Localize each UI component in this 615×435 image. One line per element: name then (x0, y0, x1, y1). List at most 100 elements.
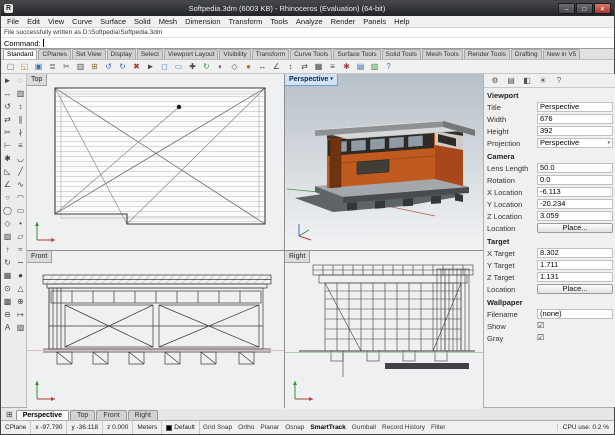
toolbar-tab-viewport-layout[interactable]: Viewport Layout (164, 49, 219, 59)
surface-tool-icon[interactable]: ▧ (1, 230, 14, 243)
field-lens-length[interactable]: 50.0 (537, 163, 613, 173)
toggle-record-history[interactable]: Record History (379, 424, 428, 431)
cone-tool-icon[interactable]: △ (14, 282, 27, 295)
plane-tool-icon[interactable]: ▱ (14, 230, 27, 243)
trim-tool-icon[interactable]: ✂ (1, 126, 14, 139)
layers-icon[interactable]: ▤ (354, 61, 367, 73)
viewport-tab-right[interactable]: Right (128, 410, 158, 420)
viewport-tab-front[interactable]: Front (96, 410, 126, 420)
toolbar-tab-solid-tools[interactable]: Solid Tools (382, 49, 421, 59)
maximize-button[interactable]: □ (576, 3, 593, 14)
command-input[interactable]: Command: (1, 38, 614, 49)
menu-render[interactable]: Render (327, 17, 360, 26)
toolbar-tab-mesh-tools[interactable]: Mesh Tools (422, 49, 463, 59)
scale-tool-icon[interactable]: ↕ (14, 100, 27, 113)
new-file-icon[interactable]: ▢ (4, 61, 17, 73)
undo-icon[interactable]: ↺ (102, 61, 115, 73)
loft-tool-icon[interactable]: ≈ (14, 243, 27, 256)
menu-panels[interactable]: Panels (359, 17, 390, 26)
field-z-target[interactable]: 1.131 (537, 272, 613, 282)
toolbar-tab-surface-tools[interactable]: Surface Tools (333, 49, 380, 59)
mirror-tool-icon[interactable]: ⇄ (1, 113, 14, 126)
shaded-view-icon[interactable]: ◐ (214, 61, 227, 73)
zoom-window-icon[interactable]: ◻ (158, 61, 171, 73)
minimize-button[interactable]: – (558, 3, 575, 14)
copy-icon[interactable]: ▥ (74, 61, 87, 73)
button-camera-location[interactable]: Place... (537, 223, 613, 233)
field-x-location[interactable]: -6.113 (537, 187, 613, 197)
field-rotation[interactable]: 0.0 (537, 175, 613, 185)
viewport-top[interactable]: Top (27, 74, 284, 250)
toolbar-tab-curve-tools[interactable]: Curve Tools (290, 49, 332, 59)
field-y-target[interactable]: 1.711 (537, 260, 613, 270)
rectangle-tool-icon[interactable]: ▭ (14, 204, 27, 217)
close-button[interactable]: ✕ (594, 3, 611, 14)
wireframe-view-icon[interactable]: ◇ (228, 61, 241, 73)
text-tool-icon[interactable]: A (1, 321, 14, 334)
menu-view[interactable]: View (44, 17, 68, 26)
toolbar-tab-display[interactable]: Display (107, 49, 136, 59)
redo-icon[interactable]: ↻ (116, 61, 129, 73)
move-tool-icon[interactable]: ↔ (1, 87, 14, 100)
rotate-view-icon[interactable]: ↻ (200, 61, 213, 73)
paste-icon[interactable]: ⊞ (88, 61, 101, 73)
circle-tool-icon[interactable]: ○ (1, 191, 14, 204)
select-icon[interactable]: ► (144, 61, 157, 73)
menu-surface[interactable]: Surface (96, 17, 130, 26)
delete-icon[interactable]: ✖ (130, 61, 143, 73)
extend-tool-icon[interactable]: ⊢ (1, 139, 14, 152)
toggle-filter[interactable]: Filter (428, 424, 448, 431)
hatch-tool-icon[interactable]: ▨ (14, 321, 27, 334)
box-tool-icon[interactable]: ▦ (1, 269, 14, 282)
help-icon[interactable]: ? (382, 61, 395, 73)
field-x-target[interactable]: 8.302 (537, 248, 613, 258)
explode-tool-icon[interactable]: ✱ (1, 152, 14, 165)
menu-curve[interactable]: Curve (68, 17, 96, 26)
status-layer[interactable]: Default (162, 421, 200, 434)
toolbar-tab-render-tools[interactable]: Render Tools (464, 49, 510, 59)
properties-tab-icon[interactable]: ⚙ (489, 76, 501, 85)
move-icon[interactable]: ↔ (256, 61, 269, 73)
menu-mesh[interactable]: Mesh (155, 17, 181, 26)
toolbar-tab-cplanes[interactable]: CPlanes (38, 49, 71, 59)
extrude-tool-icon[interactable]: ↑ (1, 243, 14, 256)
cylinder-tool-icon[interactable]: ⊙ (1, 282, 14, 295)
mirror-icon[interactable]: ⇄ (298, 61, 311, 73)
menu-tools[interactable]: Tools (266, 17, 292, 26)
viewport-canvas-top[interactable] (27, 74, 284, 250)
toolbar-tab-set-view[interactable]: Set View (72, 49, 106, 59)
ellipse-tool-icon[interactable]: ◯ (1, 204, 14, 217)
viewport-right[interactable]: Right (285, 251, 483, 409)
viewport-front[interactable]: Front (27, 251, 284, 409)
viewport-tab-perspective[interactable]: Perspective (16, 410, 69, 420)
chamfer-tool-icon[interactable]: ◺ (1, 165, 14, 178)
viewport-layout-icon[interactable]: ⊞ (3, 410, 16, 420)
field-width[interactable]: 676 (537, 114, 613, 124)
boolean-difference-tool-icon[interactable]: ⊖ (1, 308, 14, 321)
viewport-canvas-front[interactable] (27, 251, 284, 409)
join-icon[interactable]: ≡ (326, 61, 339, 73)
sun-tab-icon[interactable]: ☀ (537, 76, 549, 85)
toggle-smarttrack[interactable]: SmartTrack (307, 424, 348, 431)
open-file-icon[interactable]: ◱ (18, 61, 31, 73)
menu-file[interactable]: File (3, 17, 23, 26)
menu-dimension[interactable]: Dimension (181, 17, 224, 26)
boolean-union-tool-icon[interactable]: ⊕ (14, 295, 27, 308)
polygon-tool-icon[interactable]: ◇ (1, 217, 14, 230)
toggle-ortho[interactable]: Ortho (235, 424, 257, 431)
sphere-tool-icon[interactable]: ● (14, 269, 27, 282)
field-height[interactable]: 392 (537, 126, 613, 136)
cut-icon[interactable]: ✂ (60, 61, 73, 73)
point-tool-icon[interactable]: • (14, 217, 27, 230)
arc-tool-icon[interactable]: ◠ (14, 191, 27, 204)
join-tool-icon[interactable]: ≡ (14, 139, 27, 152)
save-file-icon[interactable]: ▣ (32, 61, 45, 73)
rotate-icon[interactable]: ∠ (270, 61, 283, 73)
status-coord-z[interactable]: z 0.000 (103, 421, 133, 434)
pan-view-icon[interactable]: ✚ (186, 61, 199, 73)
mesh-tool-icon[interactable]: ▩ (1, 295, 14, 308)
menu-solid[interactable]: Solid (130, 17, 155, 26)
toggle-gumball[interactable]: Gumball (349, 424, 379, 431)
scale-icon[interactable]: ↕ (284, 61, 297, 73)
revolve-tool-icon[interactable]: ↻ (1, 256, 14, 269)
